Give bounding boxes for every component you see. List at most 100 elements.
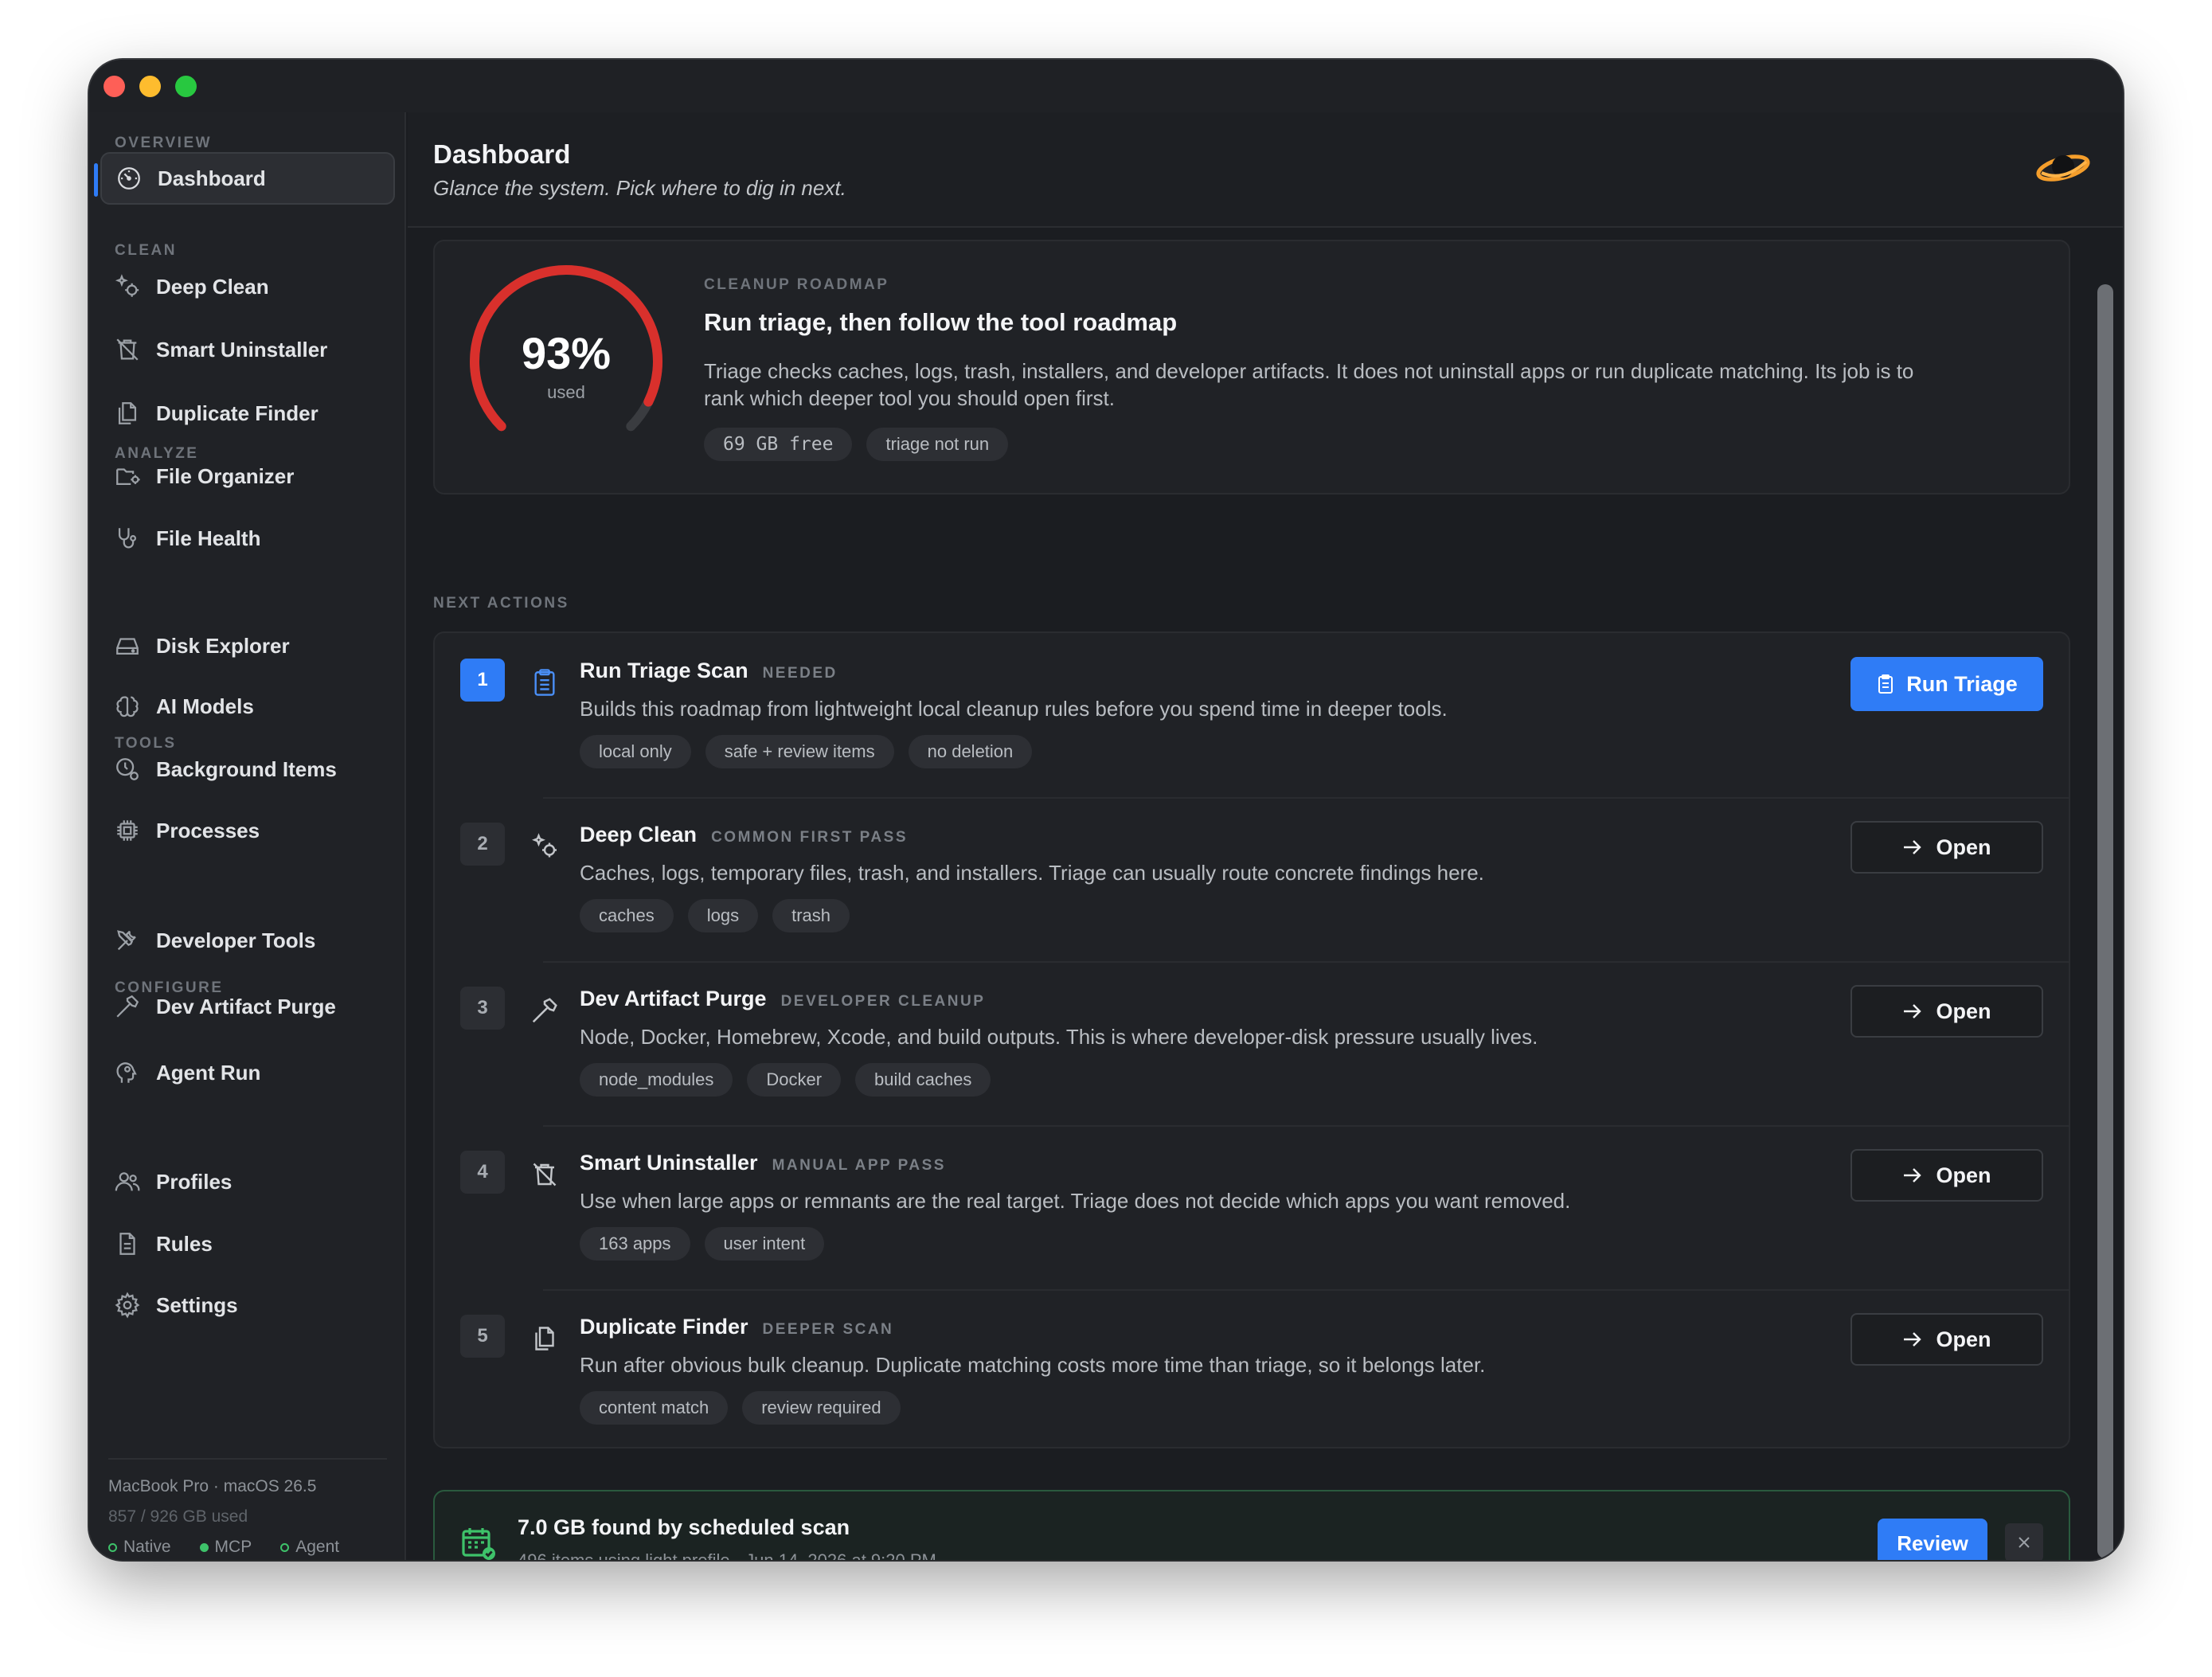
folder-gear-icon [111, 460, 143, 492]
close-icon [2019, 1537, 2030, 1548]
row-divider [543, 1289, 2069, 1291]
sidebar-item-disk-explorer[interactable]: Disk Explorer [100, 620, 395, 672]
banner-subtitle: 496 items using light profile · Jun 14, … [518, 1550, 936, 1560]
documents-icon [111, 397, 143, 429]
status-row: Native MCP Agent [108, 1538, 387, 1557]
documents-icon [527, 1321, 562, 1356]
cpu-icon [111, 815, 143, 846]
run-triage-label: Run Triage [1906, 671, 2018, 696]
action-row-run-triage: 1 Run Triage Scan NEEDED Builds this roa… [435, 633, 2069, 797]
wrench-screwdriver-icon [111, 924, 143, 956]
clipboard-icon [527, 665, 562, 700]
sidebar-item-label: AI Models [156, 694, 254, 718]
chip: no deletion [908, 735, 1033, 768]
sidebar-item-ai-models[interactable]: AI Models [100, 680, 395, 733]
step-number: 2 [460, 823, 505, 866]
section-label-overview: OVERVIEW [115, 135, 213, 151]
arrow-right-icon [1904, 1168, 1922, 1182]
sidebar-item-dashboard[interactable]: Dashboard [94, 152, 395, 205]
step-number: 1 [460, 659, 505, 702]
roadmap-title: Run triage, then follow the tool roadmap [704, 308, 1178, 336]
status-mcp: MCP [199, 1538, 252, 1557]
action-description: Run after obvious bulk cleanup. Duplicat… [580, 1353, 1486, 1377]
dismiss-banner-button[interactable] [2005, 1523, 2043, 1560]
sidebar-item-label: Settings [156, 1292, 238, 1317]
sidebar-item-deep-clean[interactable]: Deep Clean [100, 260, 395, 313]
next-actions-list: 1 Run Triage Scan NEEDED Builds this roa… [433, 631, 2070, 1448]
chip: build caches [855, 1063, 991, 1096]
sidebar-item-agent-run[interactable]: Agent Run [100, 1046, 395, 1099]
open-label: Open [1936, 835, 1991, 859]
run-triage-button[interactable]: Run Triage [1850, 657, 2043, 711]
page-header: Dashboard Glance the system. Pick where … [408, 112, 2123, 228]
open-smart-uninstaller-button[interactable]: Open [1850, 1149, 2043, 1202]
hammer-icon [527, 993, 562, 1028]
banner-title: 7.0 GB found by scheduled scan [518, 1515, 850, 1539]
minimize-window-button[interactable] [139, 76, 161, 97]
chip: logs [687, 899, 759, 932]
step-number: 3 [460, 987, 505, 1030]
action-description: Builds this roadmap from lightweight loc… [580, 697, 1448, 721]
row-divider [543, 797, 2069, 799]
arrow-right-icon [1904, 840, 1922, 854]
disk-icon [111, 630, 143, 662]
action-title: Deep Clean [580, 823, 698, 846]
scheduled-scan-banner: 7.0 GB found by scheduled scan 496 items… [433, 1490, 2070, 1560]
open-duplicate-finder-button[interactable]: Open [1850, 1313, 2043, 1366]
action-tag: MANUAL APP PASS [772, 1157, 946, 1174]
zoom-window-button[interactable] [175, 76, 197, 97]
sidebar-item-label: File Organizer [156, 463, 295, 488]
action-title: Run Triage Scan [580, 659, 748, 682]
action-row-smart-uninstaller: 4 Smart Uninstaller MANUAL APP PASS Use … [435, 1125, 2069, 1289]
section-label-tools: TOOLS [115, 735, 177, 752]
chip: trash [772, 899, 850, 932]
sidebar-item-profiles[interactable]: Profiles [100, 1155, 395, 1208]
action-tag: DEVELOPER CLEANUP [780, 993, 986, 1010]
status-dot-icon [108, 1542, 117, 1552]
sidebar-item-processes[interactable]: Processes [100, 804, 395, 857]
people-icon [111, 1166, 143, 1198]
sparkles-icon [111, 271, 143, 303]
sidebar: OVERVIEW Dashboard CLEAN Deep Clean Smar… [89, 112, 406, 1560]
scrollbar-thumb[interactable] [2097, 284, 2113, 1558]
main-content: Dashboard Glance the system. Pick where … [408, 112, 2123, 1560]
cleanup-roadmap-card: 93% used CLEANUP ROADMAP Run triage, the… [433, 240, 2070, 494]
chip: Docker [747, 1063, 842, 1096]
open-label: Open [1936, 1163, 1991, 1187]
status-dot-icon [280, 1542, 290, 1552]
sidebar-item-label: Profiles [156, 1169, 233, 1194]
sidebar-item-settings[interactable]: Settings [100, 1279, 395, 1331]
open-deep-clean-button[interactable]: Open [1850, 821, 2043, 874]
scrollbar[interactable] [2097, 260, 2113, 1558]
sidebar-item-duplicate-finder[interactable]: Duplicate Finder [100, 387, 395, 440]
action-title-row: Duplicate Finder DEEPER SCAN [580, 1315, 893, 1339]
sidebar-item-smart-uninstaller[interactable]: Smart Uninstaller [100, 323, 395, 376]
sidebar-item-file-health[interactable]: File Health [100, 512, 395, 565]
step-number: 4 [460, 1151, 505, 1194]
action-row-deep-clean: 2 Deep Clean COMMON FIRST PASS Caches, l… [435, 797, 2069, 961]
action-chips: node_modules Docker build caches [580, 1063, 991, 1096]
sidebar-item-rules[interactable]: Rules [100, 1218, 395, 1270]
close-window-button[interactable] [104, 76, 125, 97]
chip: review required [742, 1391, 901, 1425]
action-title: Dev Artifact Purge [580, 987, 767, 1010]
gear-icon [111, 1289, 143, 1321]
action-title: Smart Uninstaller [580, 1151, 758, 1175]
action-description: Caches, logs, temporary files, trash, an… [580, 861, 1484, 885]
section-label-analyze: ANALYZE [115, 445, 199, 462]
action-chips: local only safe + review items no deleti… [580, 735, 1033, 768]
chip: local only [580, 735, 691, 768]
app-window: OVERVIEW Dashboard CLEAN Deep Clean Smar… [89, 60, 2123, 1560]
status-agent: Agent [280, 1538, 339, 1557]
page-title: Dashboard [433, 139, 571, 169]
open-dev-artifact-purge-button[interactable]: Open [1850, 985, 2043, 1038]
action-chips: content match review required [580, 1391, 901, 1425]
roadmap-description: Triage checks caches, logs, trash, insta… [704, 359, 1914, 410]
action-tag: COMMON FIRST PASS [711, 829, 908, 846]
chip: safe + review items [705, 735, 894, 768]
review-button[interactable]: Review [1878, 1519, 1987, 1560]
sidebar-item-label: Dev Artifact Purge [156, 994, 336, 1018]
action-title: Duplicate Finder [580, 1315, 748, 1339]
chip: 163 apps [580, 1227, 690, 1261]
sidebar-item-developer-tools[interactable]: Developer Tools [100, 914, 395, 967]
